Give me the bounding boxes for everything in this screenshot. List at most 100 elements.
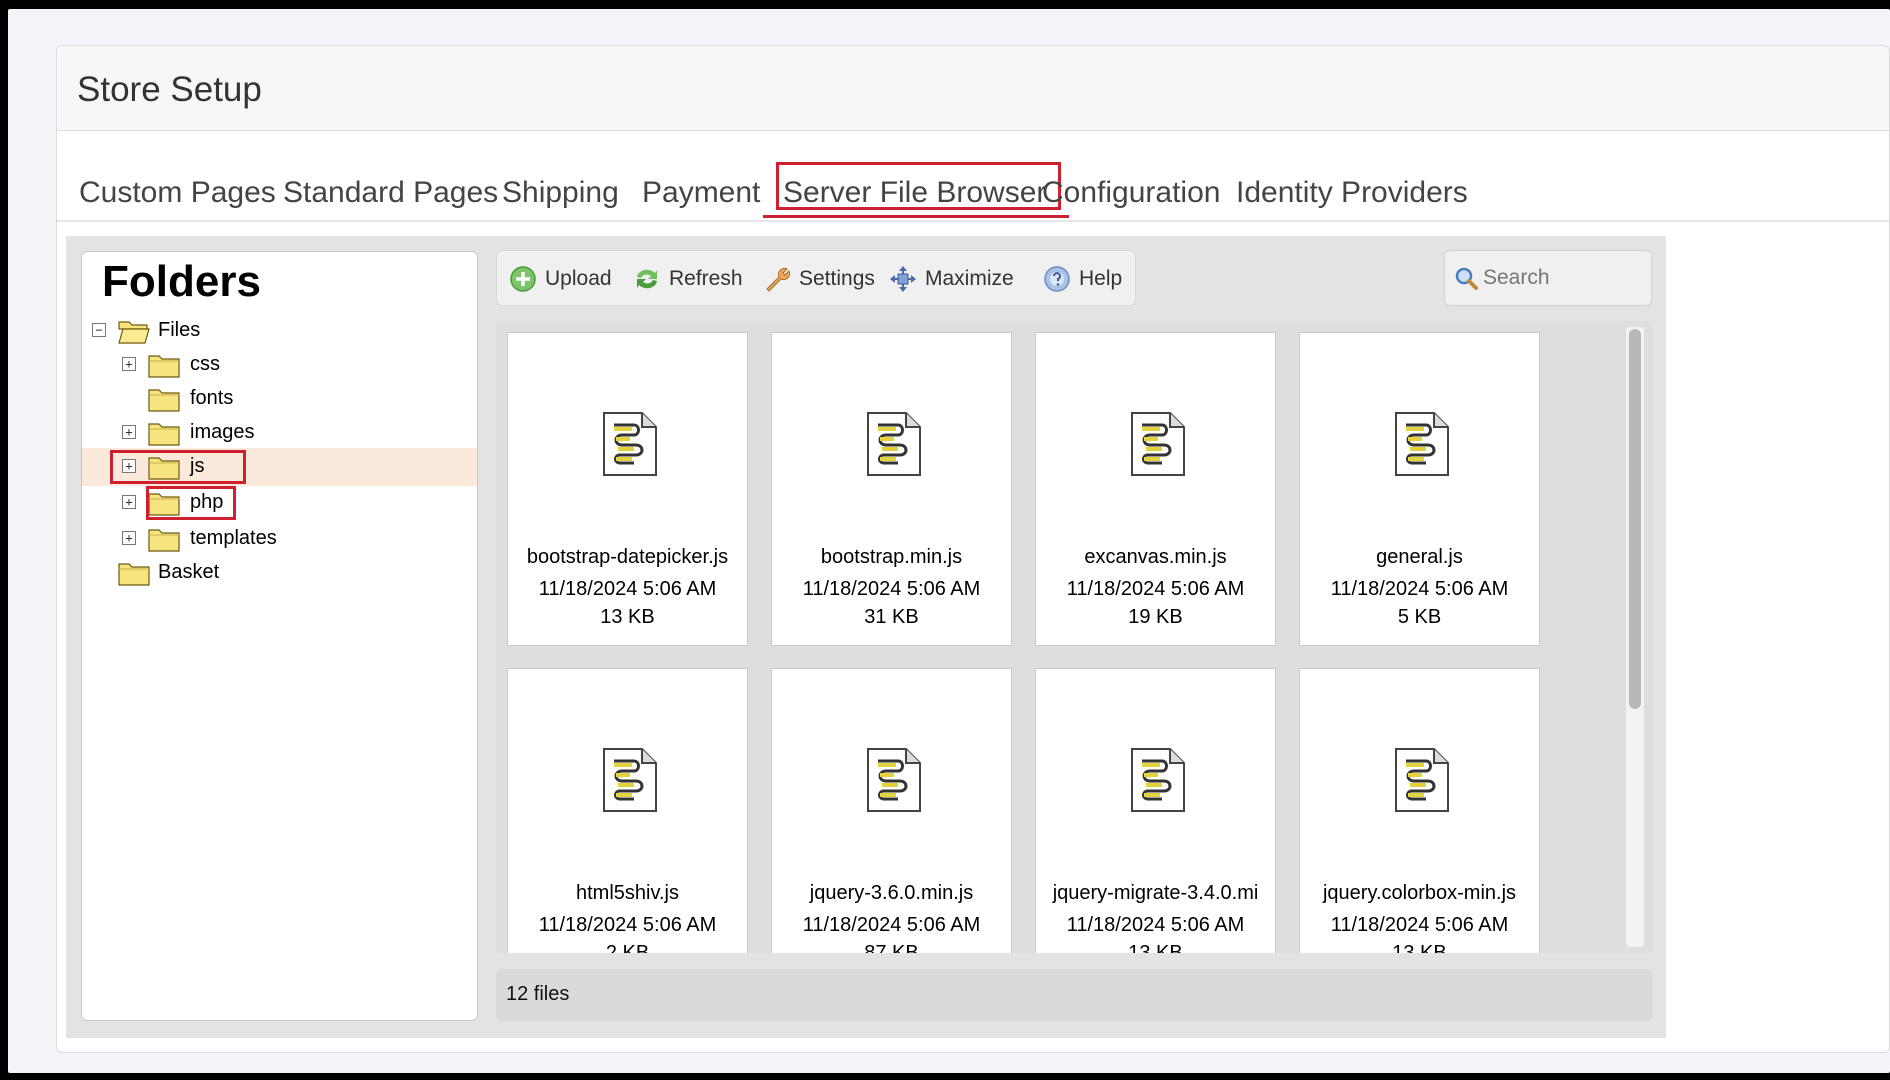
file-date: 11/18/2024 5:06 AM [1330, 578, 1509, 600]
search-icon [1455, 267, 1478, 290]
file-name: jquery-3.6.0.min.js [809, 882, 974, 904]
tab-server-file-browser[interactable]: Server File Browser [763, 162, 1069, 218]
folder-icon [148, 386, 180, 412]
file-date: 11/18/2024 5:06 AM [538, 914, 717, 936]
file-tile[interactable]: bootstrap.min.js 11/18/2024 5:06 AM 31 K… [771, 332, 1012, 646]
file-tile[interactable]: jquery.colorbox-min.js 11/18/2024 5:06 A… [1299, 668, 1540, 953]
file-name: bootstrap-datepicker.js [526, 546, 729, 568]
file-grid: bootstrap-datepicker.js 11/18/2024 5:06 … [496, 321, 1653, 953]
tab-bar: Custom Pages Standard Pages Shipping Pay… [57, 132, 1889, 222]
file-date: 11/18/2024 5:06 AM [1066, 578, 1245, 600]
folder-icon [148, 352, 180, 378]
script-file-icon [600, 747, 658, 813]
upload-button[interactable]: Upload [509, 264, 612, 294]
expand-icon[interactable]: + [122, 425, 136, 439]
file-size: 13 KB [600, 606, 655, 628]
tree-label: Basket [158, 561, 220, 583]
file-name: excanvas.min.js [1084, 546, 1227, 568]
vertical-scrollbar[interactable] [1626, 327, 1644, 947]
tree-label: css [190, 353, 220, 375]
script-file-icon [864, 411, 922, 477]
file-name: bootstrap.min.js [820, 546, 963, 568]
file-name: jquery.colorbox-min.js [1322, 882, 1517, 904]
tree-node-js[interactable]: + js [82, 448, 477, 486]
settings-button[interactable]: Settings [763, 264, 875, 294]
script-file-icon [1392, 747, 1450, 813]
status-bar: 12 files [496, 969, 1653, 1021]
file-date: 11/18/2024 5:06 AM [538, 578, 717, 600]
file-name: jquery-migrate-3.4.0.mi [1052, 882, 1259, 904]
file-tile[interactable]: jquery-3.6.0.min.js 11/18/2024 5:06 AM 8… [771, 668, 1012, 953]
expand-icon[interactable]: + [122, 357, 136, 371]
file-tile[interactable]: jquery-migrate-3.4.0.mi 11/18/2024 5:06 … [1035, 668, 1276, 953]
tree-node-images[interactable]: + images [82, 414, 477, 448]
panel-header: Store Setup [57, 46, 1889, 131]
file-tile[interactable]: html5shiv.js 11/18/2024 5:06 AM 2 KB [507, 668, 748, 953]
script-file-icon [1128, 411, 1186, 477]
tree-label: Files [158, 319, 201, 341]
file-tile[interactable]: general.js 11/18/2024 5:06 AM 5 KB [1299, 332, 1540, 646]
maximize-label: Maximize [925, 267, 1014, 290]
file-date: 11/18/2024 5:06 AM [802, 914, 981, 936]
highlight-outline [146, 486, 236, 520]
tab-custom-pages[interactable]: Custom Pages [79, 162, 276, 218]
tab-shipping[interactable]: Shipping [502, 162, 619, 218]
help-label: Help [1079, 267, 1123, 290]
file-size: 87 KB [864, 942, 919, 953]
collapse-icon[interactable]: − [92, 323, 106, 337]
tab-payment[interactable]: Payment [642, 162, 760, 218]
file-date: 11/18/2024 5:06 AM [1066, 914, 1245, 936]
search-input[interactable] [1483, 263, 1643, 293]
file-count: 12 files [506, 983, 570, 1005]
tree-label: templates [190, 527, 277, 549]
file-toolbar: Upload Refresh Settings Maximize Help [496, 250, 1136, 306]
file-size: 5 KB [1397, 606, 1442, 628]
expand-icon[interactable]: + [122, 531, 136, 545]
app-screen: Store Setup Custom Pages Standard Pages … [8, 9, 1890, 1073]
file-browser: Folders − Files + css fonts + images + j… [66, 236, 1666, 1038]
search-box [1444, 250, 1652, 306]
tree-label: fonts [190, 387, 234, 409]
file-date: 11/18/2024 5:06 AM [802, 578, 981, 600]
open-folder-icon [118, 318, 150, 344]
highlight-outline [776, 162, 1061, 210]
folders-title: Folders [102, 257, 261, 306]
refresh-icon [637, 269, 657, 289]
file-name: general.js [1376, 546, 1463, 568]
tree-node-templates[interactable]: + templates [82, 520, 477, 554]
file-size: 31 KB [864, 606, 919, 628]
file-size: 2 KB [605, 942, 650, 953]
upload-icon [510, 266, 536, 292]
file-date: 11/18/2024 5:06 AM [1330, 914, 1509, 936]
wrench-icon [766, 267, 791, 292]
tab-standard-pages[interactable]: Standard Pages [283, 162, 498, 218]
script-file-icon [600, 411, 658, 477]
refresh-button[interactable]: Refresh [633, 264, 743, 294]
upload-label: Upload [545, 267, 612, 290]
maximize-button[interactable]: Maximize [889, 264, 1014, 294]
maximize-icon [890, 266, 916, 292]
file-tile[interactable]: bootstrap-datepicker.js 11/18/2024 5:06 … [507, 332, 748, 646]
highlight-outline [110, 450, 246, 484]
file-size: 13 KB [1128, 942, 1183, 953]
folder-icon [148, 526, 180, 552]
tree-node-php[interactable]: + php [82, 484, 477, 520]
script-file-icon [1128, 747, 1186, 813]
tree-node-files[interactable]: − Files [82, 312, 477, 346]
tree-node-fonts[interactable]: fonts [82, 380, 477, 414]
tab-configuration[interactable]: Configuration [1042, 162, 1220, 218]
tree-node-basket[interactable]: Basket [82, 554, 477, 588]
tree-label: images [190, 421, 255, 443]
help-button[interactable]: Help [1043, 264, 1122, 294]
script-file-icon [864, 747, 922, 813]
folders-pane: Folders − Files + css fonts + images + j… [81, 251, 478, 1021]
script-file-icon [1392, 411, 1450, 477]
scroll-thumb[interactable] [1629, 329, 1641, 709]
file-tile[interactable]: excanvas.min.js 11/18/2024 5:06 AM 19 KB [1035, 332, 1276, 646]
tab-identity-providers[interactable]: Identity Providers [1236, 162, 1468, 218]
tree-node-css[interactable]: + css [82, 346, 477, 380]
file-size: 13 KB [1392, 942, 1447, 953]
expand-icon[interactable]: + [122, 495, 136, 509]
folder-icon [148, 420, 180, 446]
help-icon [1044, 266, 1070, 292]
